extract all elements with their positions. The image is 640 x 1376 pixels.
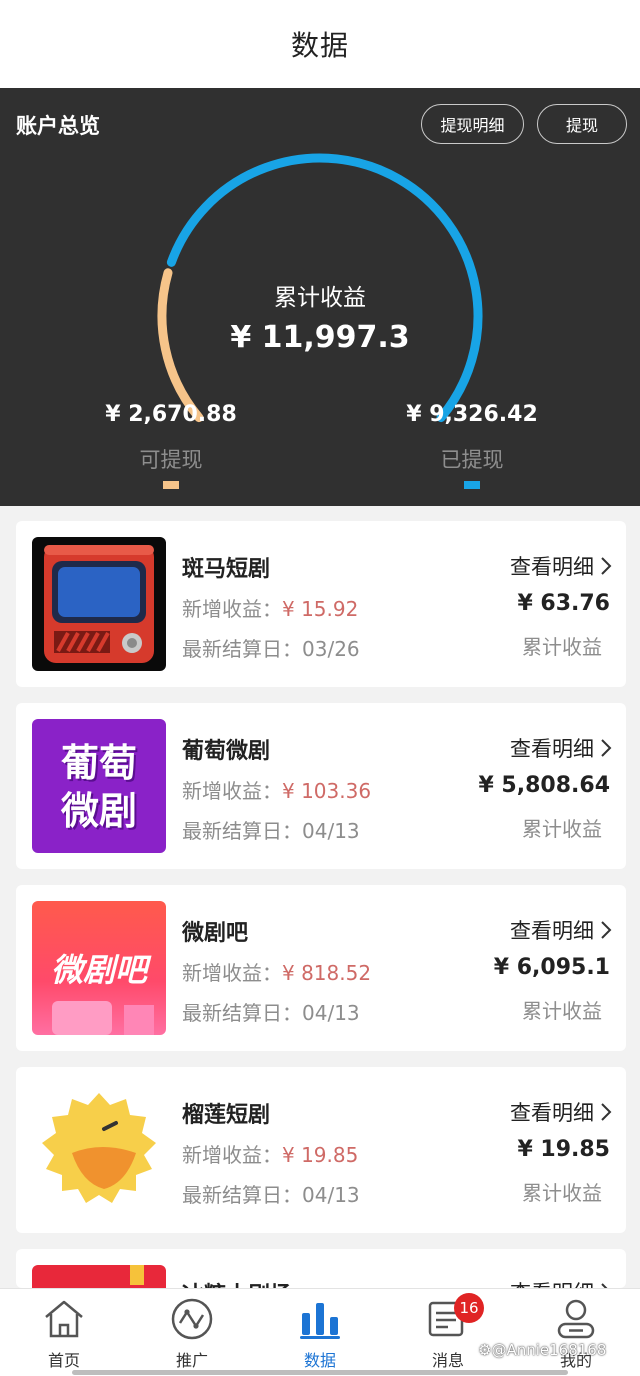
chevron-right-icon [601,921,612,939]
view-detail-label: 查看明细 [510,1101,594,1125]
settlement-date: 04/13 [302,1183,360,1207]
withdrawn-label: 已提现 [440,448,504,472]
settlement-date-label: 最新结算日： [182,1001,302,1025]
settlement-date-row: 最新结算日：03/26 [182,633,360,662]
home-icon [45,1300,83,1338]
settlement-date: 04/13 [302,1001,360,1025]
view-detail-link[interactable]: 查看明细 [510,551,612,581]
drama-card[interactable]: 冰糖小剧场 查看明细 [16,1249,626,1288]
cumulative-earnings-value: ¥ 6,095.1 [493,955,610,980]
profile-icon [557,1299,595,1339]
withdrawn-value: ¥ 9,326.42 [406,402,538,427]
cumulative-earnings-label: 累计收益 [522,635,602,659]
new-earnings-amount: ¥ 15.92 [282,597,359,621]
top-header: 数据 [0,0,640,88]
retro-tv-icon [32,537,166,671]
cumulative-earnings-label: 累计收益 [522,999,602,1023]
new-earnings-row: 新增收益：¥ 818.52 [182,957,371,986]
settlement-date: 04/13 [302,819,360,843]
cumulative-earnings-label: 累计收益 [522,817,602,841]
total-earnings-label: 累计收益 [274,285,366,311]
cumulative-earnings-value: ¥ 63.76 [517,591,610,616]
home-indicator [72,1370,568,1375]
new-earnings-row: 新增收益：¥ 19.85 [182,1139,358,1168]
drama-name: 冰糖小剧场 [182,1277,292,1288]
settlement-date-row: 最新结算日：04/13 [182,997,360,1026]
view-detail-label: 查看明细 [510,555,594,579]
total-earnings-value: ¥ 11,997.3 [230,320,410,355]
new-earnings-label: 新增收益： [182,1143,282,1167]
view-detail-label: 查看明细 [510,737,594,761]
view-detail-link[interactable]: 查看明细 [510,1097,612,1127]
settlement-date-row: 最新结算日：04/13 [182,1179,360,1208]
new-earnings-amount: ¥ 19.85 [282,1143,359,1167]
chevron-right-icon [601,1103,612,1121]
settlement-date: 03/26 [302,637,360,661]
view-detail-link[interactable]: 查看明细 [510,733,612,763]
view-detail-label: 查看明细 [510,1277,594,1288]
available-label: 可提现 [139,448,203,472]
view-detail-link[interactable]: 查看明细 [510,915,612,945]
drama-name: 葡萄微剧 [182,739,271,764]
bar-chart-icon [300,1303,340,1339]
promote-icon [171,1298,213,1340]
durian-chick-icon [32,1083,166,1217]
page-title: 数据 [290,29,349,62]
new-earnings-label: 新增收益： [182,597,282,621]
tab-data-label: 数据 [303,1351,336,1370]
tab-profile[interactable]: 我的 [526,1289,626,1376]
new-earnings-label: 新增收益： [182,961,282,985]
settlement-date-label: 最新结算日： [182,637,302,661]
cumulative-earnings-label: 累计收益 [522,1181,602,1205]
drama-name: 微剧吧 [182,921,249,946]
drama-card[interactable]: 葡萄 微剧 葡萄微剧 新增收益：¥ 103.36 最新结算日：04/13 查看明… [16,703,626,869]
bottom-tab-bar: 首页 推广 数据 16 消息 我的 [0,1288,640,1376]
bingtang-logo [32,1265,166,1288]
new-earnings-row: 新增收益：¥ 15.92 [182,593,358,622]
view-detail-link[interactable]: 查看明细 [510,1277,612,1288]
tab-data[interactable]: 数据 [270,1289,370,1376]
settlement-date-label: 最新结算日： [182,1183,302,1207]
settlement-date-label: 最新结算日： [182,819,302,843]
new-earnings-amount: ¥ 818.52 [282,961,372,985]
tab-home-label: 首页 [47,1351,80,1370]
new-earnings-amount: ¥ 103.36 [282,779,372,803]
tab-messages[interactable]: 16 消息 [398,1289,498,1376]
cumulative-earnings-value: ¥ 19.85 [517,1137,610,1162]
tab-promote-label: 推广 [175,1351,208,1370]
drama-card[interactable]: 微剧吧 微剧吧 新增收益：¥ 818.52 最新结算日：04/13 查看明细 ¥… [16,885,626,1051]
new-earnings-label: 新增收益： [182,779,282,803]
view-detail-label: 查看明细 [510,919,594,943]
account-summary-panel: 账户总览 提现明细 提现 累计收益 ¥ 11,997.3 ¥ 2,670.88 … [0,88,640,506]
available-legend-marker [163,481,179,489]
new-earnings-row: 新增收益：¥ 103.36 [182,775,371,804]
drama-card[interactable]: 斑马短剧 新增收益：¥ 15.92 最新结算日：03/26 查看明细 ¥ 63.… [16,521,626,687]
chevron-right-icon [601,557,612,575]
tab-promote[interactable]: 推广 [142,1289,242,1376]
watermark: ⚙@Annie168168 [478,1341,607,1359]
cumulative-earnings-value: ¥ 5,808.64 [478,773,610,798]
message-count-badge: 16 [454,1293,484,1323]
tab-home[interactable]: 首页 [14,1289,114,1376]
grape-drama-logo: 葡萄 微剧 [32,719,166,853]
drama-card[interactable]: 榴莲短剧 新增收益：¥ 19.85 最新结算日：04/13 查看明细 ¥ 19.… [16,1067,626,1233]
available-value: ¥ 2,670.88 [105,402,237,427]
weijuba-logo: 微剧吧 [32,901,166,1035]
settlement-date-row: 最新结算日：04/13 [182,815,360,844]
chevron-right-icon [601,739,612,757]
drama-name: 斑马短剧 [182,557,271,582]
withdrawn-legend-marker [464,481,480,489]
drama-name: 榴莲短剧 [182,1103,271,1128]
